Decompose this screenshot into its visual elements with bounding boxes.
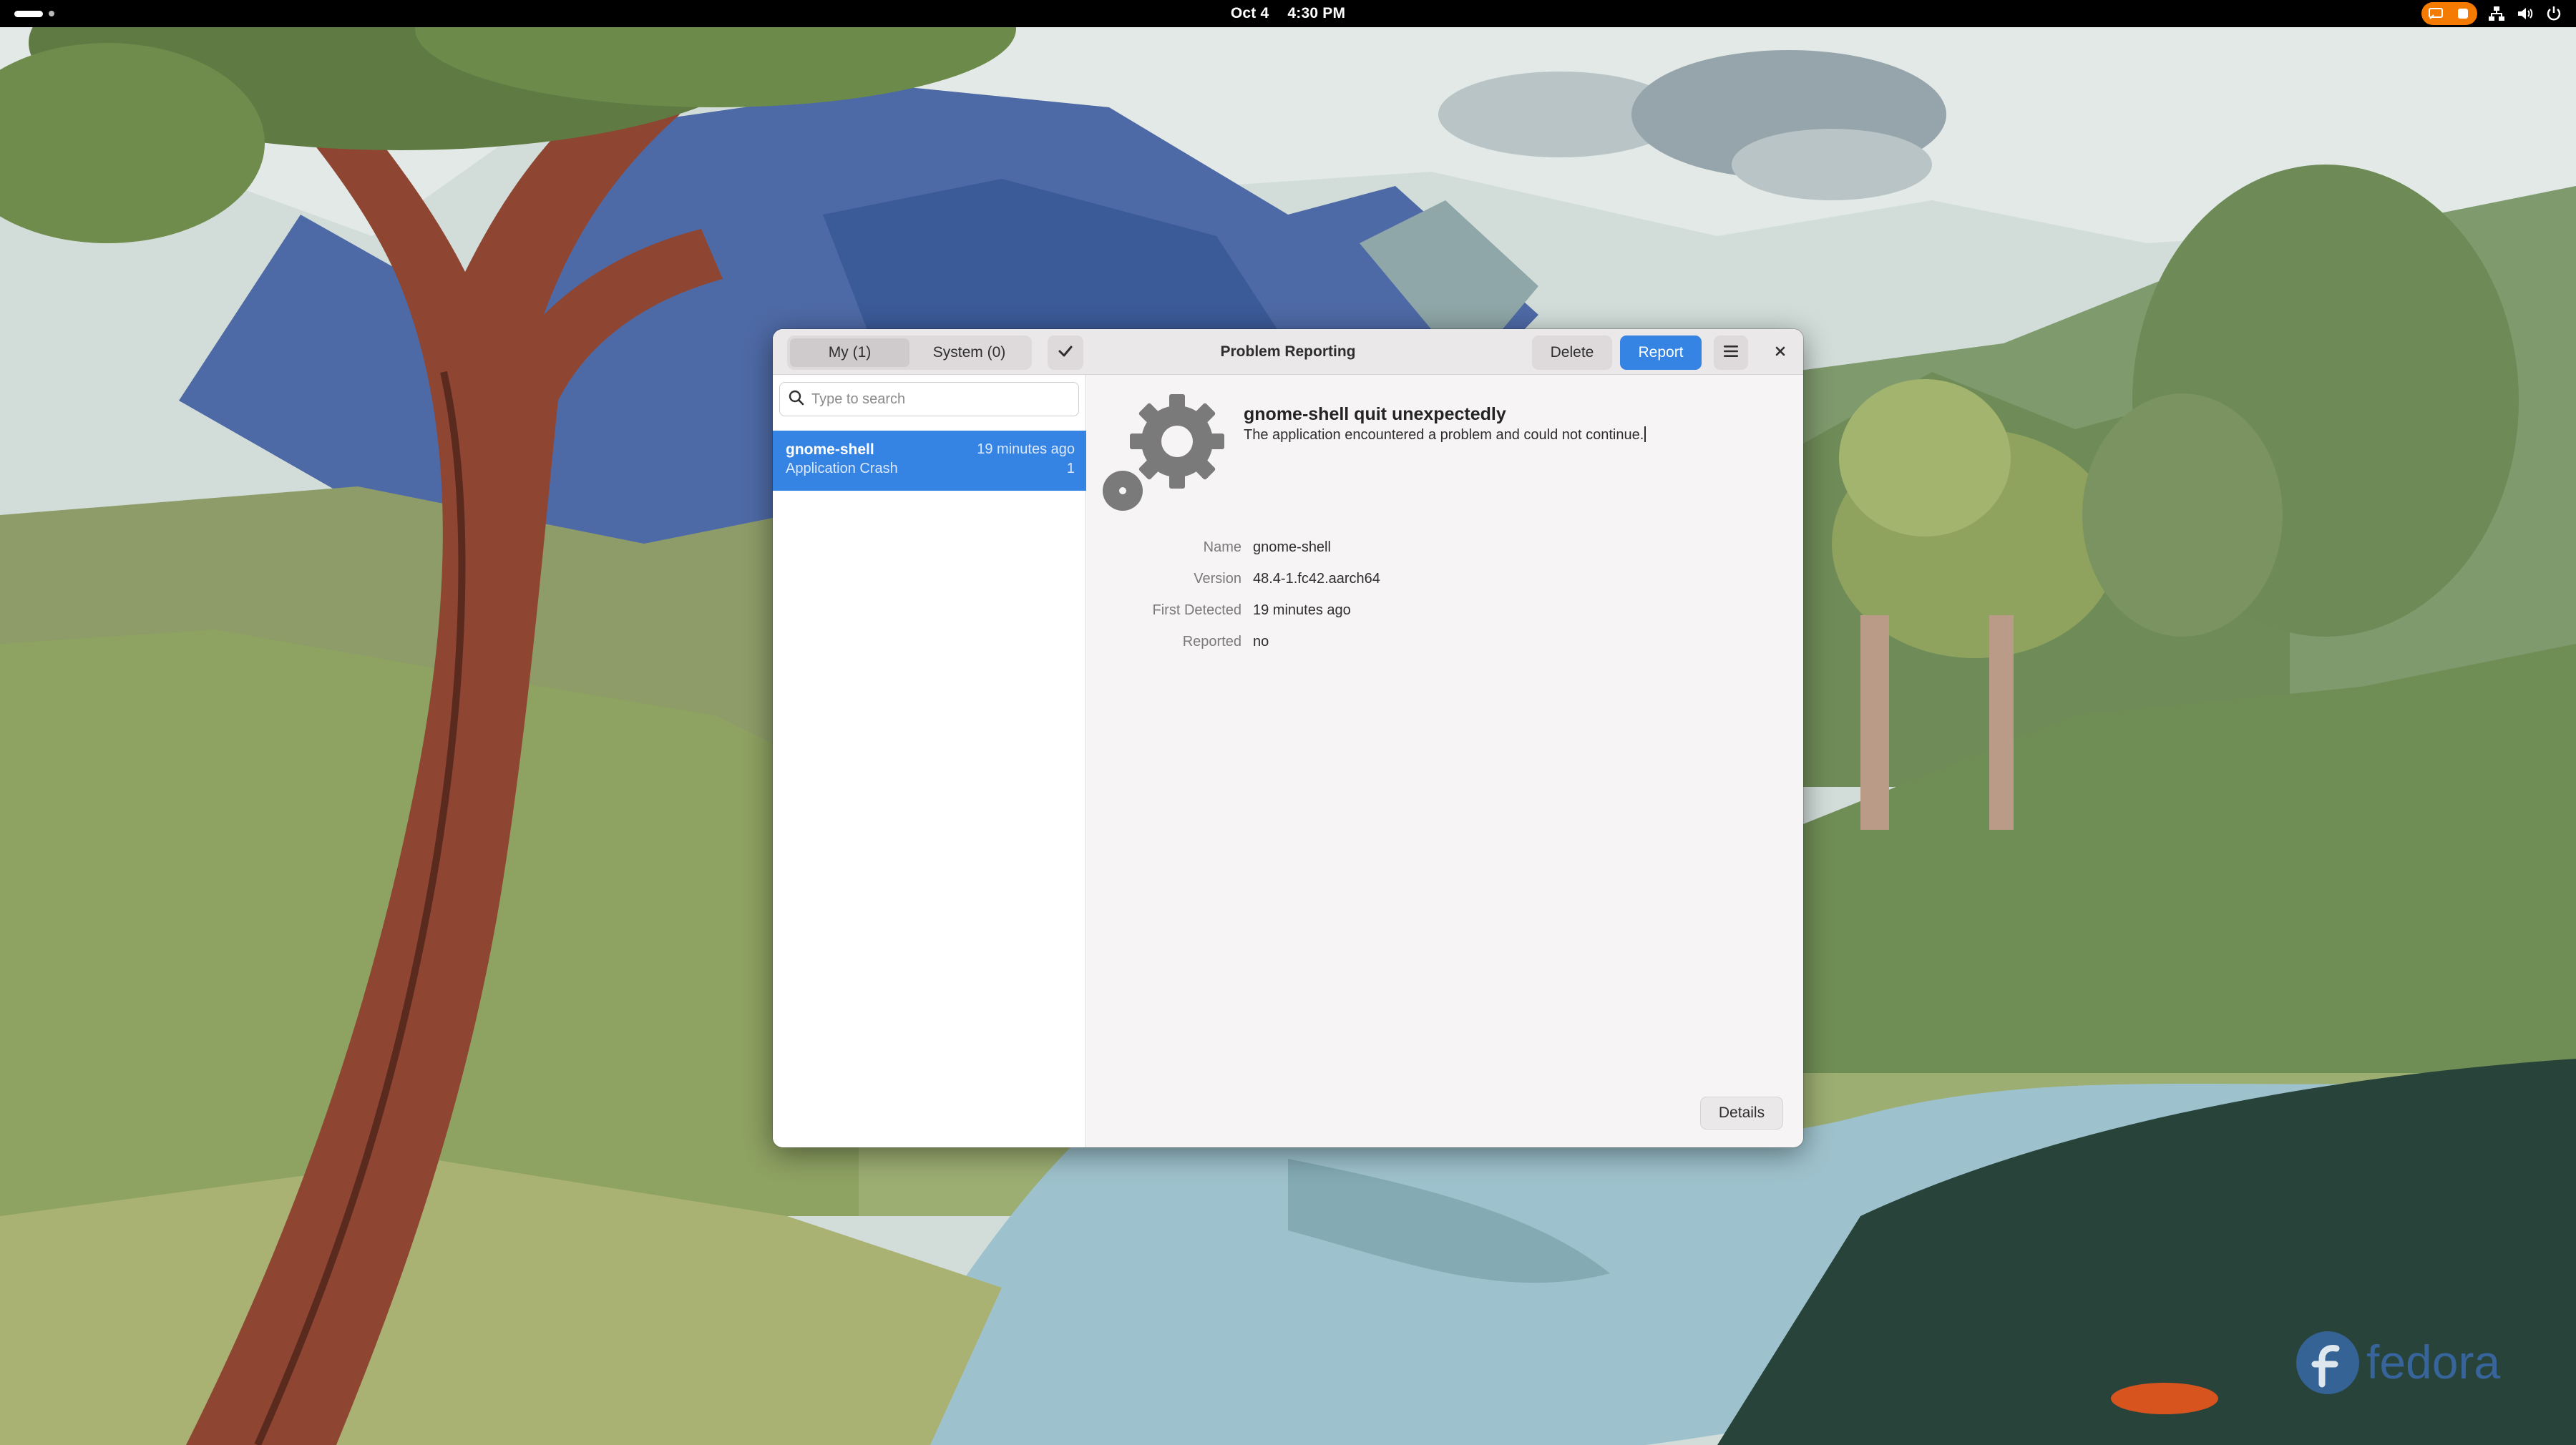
problem-reporting-window: My (1) System (0) Problem Reporting Dele… [773, 329, 1803, 1147]
main-menu-button[interactable] [1714, 335, 1748, 370]
problem-time: 19 minutes ago [977, 441, 1075, 457]
fedora-logo: fedora [2293, 1327, 2529, 1399]
delete-button[interactable]: Delete [1532, 335, 1612, 370]
problem-list-sidebar: gnome-shell Application Crash 19 minutes… [773, 375, 1086, 1147]
selection-mode-button[interactable] [1048, 335, 1083, 370]
close-icon [1775, 346, 1786, 361]
problem-count: 1 [1066, 461, 1075, 476]
checkmark-icon [1058, 344, 1073, 362]
tab-my-problems[interactable]: My (1) [790, 338, 909, 367]
info-label-version: Version [1194, 571, 1241, 587]
details-button[interactable]: Details [1700, 1097, 1783, 1130]
problem-name: gnome-shell [786, 441, 874, 458]
view-switcher: My (1) System (0) [787, 335, 1032, 370]
screen-share-icon [2426, 4, 2445, 23]
info-value-reported: no [1253, 634, 1269, 650]
report-button[interactable]: Report [1620, 335, 1702, 370]
search-input[interactable] [811, 391, 1069, 408]
problem-list-item[interactable]: gnome-shell Application Crash 19 minutes… [773, 431, 1086, 491]
info-value-version: 48.4-1.fc42.aarch64 [1253, 571, 1380, 587]
recording-stop-icon [2454, 4, 2472, 23]
system-tray[interactable] [2421, 1, 2563, 26]
clock-date: Oct 4 [1230, 5, 1269, 21]
info-label-name: Name [1203, 539, 1241, 555]
problem-details-pane: gnome-shell quit unexpectedly The applic… [1087, 375, 1803, 1147]
search-box[interactable] [779, 382, 1079, 416]
header-bar: My (1) System (0) Problem Reporting Dele… [773, 329, 1803, 375]
text-cursor [1644, 426, 1646, 442]
screen-share-indicator[interactable] [2421, 2, 2477, 25]
problem-heading: gnome-shell quit unexpectedly [1244, 404, 1506, 424]
volume-icon [2516, 4, 2534, 23]
close-button[interactable] [1766, 338, 1795, 367]
info-label-first-detected: First Detected [1152, 602, 1241, 618]
network-wired-icon [2487, 4, 2506, 23]
info-label-reported: Reported [1182, 634, 1241, 650]
clock-time: 4:30 PM [1287, 5, 1346, 21]
power-icon [2545, 4, 2563, 23]
info-value-first-detected: 19 minutes ago [1253, 602, 1351, 618]
tab-system-problems[interactable]: System (0) [909, 338, 1029, 367]
hamburger-menu-icon [1723, 345, 1739, 361]
problem-description-text: The application encountered a problem an… [1244, 427, 1644, 443]
problem-description: The application encountered a problem an… [1244, 426, 1646, 444]
gear-icon [1103, 394, 1224, 511]
problem-type: Application Crash [786, 461, 898, 476]
search-icon [789, 390, 804, 409]
clock[interactable]: Oct 4 4:30 PM [0, 0, 2576, 27]
top-bar: Oct 4 4:30 PM [0, 0, 2576, 27]
fedora-logo-text: fedora [2366, 1336, 2500, 1388]
info-value-name: gnome-shell [1253, 539, 1331, 555]
